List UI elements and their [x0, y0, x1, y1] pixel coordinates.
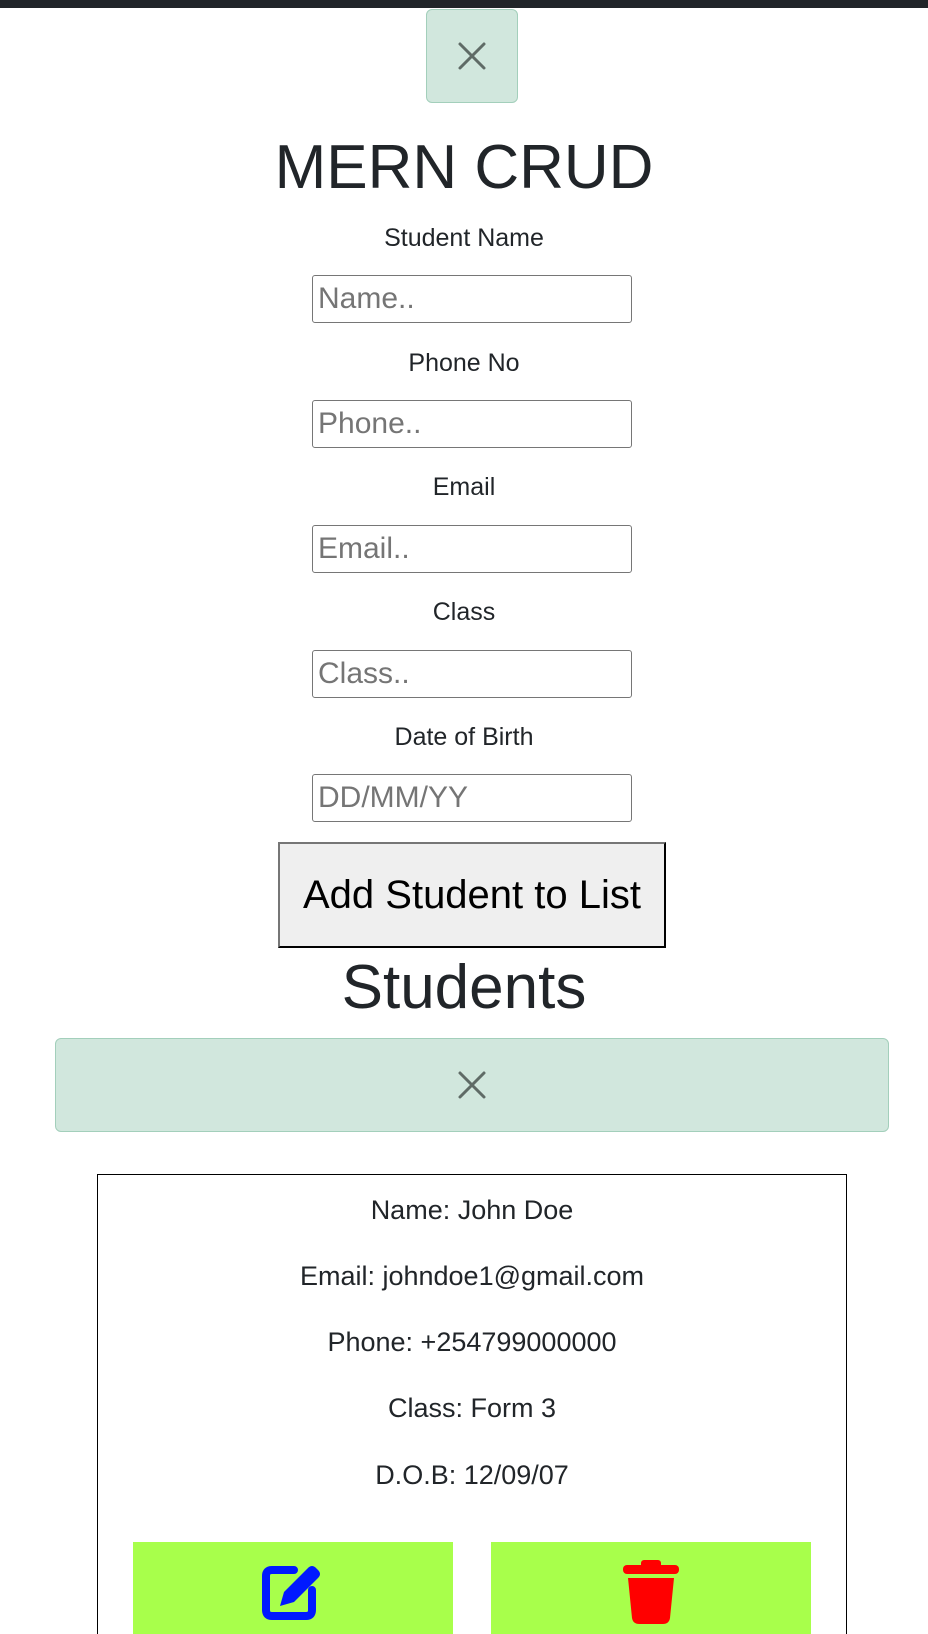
- student-dob: D.O.B: 12/09/07: [375, 1460, 569, 1490]
- edit-student-button[interactable]: [133, 1542, 453, 1634]
- students-heading: Students: [341, 953, 587, 1022]
- student-class: Class: Form 3: [387, 1393, 557, 1423]
- page: MERN CRUD Student Name Phone No Email Cl…: [0, 0, 928, 1634]
- class-input[interactable]: [312, 650, 632, 698]
- dismiss-students-alert-button[interactable]: [55, 1038, 889, 1132]
- page-title: MERN CRUD: [274, 133, 654, 202]
- phone-input[interactable]: [312, 400, 632, 448]
- class-label: Class: [432, 598, 496, 626]
- edit-icon: [262, 1566, 320, 1620]
- email-input[interactable]: [312, 525, 632, 573]
- student-name-label: Student Name: [384, 224, 544, 252]
- add-student-button[interactable]: Add Student to List: [278, 842, 666, 948]
- close-icon: [458, 1071, 486, 1099]
- delete-student-button[interactable]: [491, 1542, 811, 1634]
- top-bar: [0, 0, 928, 8]
- student-phone: Phone: +254799000000: [327, 1327, 617, 1357]
- close-icon: [458, 42, 486, 70]
- student-name-input[interactable]: [312, 275, 632, 323]
- phone-label: Phone No: [408, 349, 520, 377]
- trash-icon: [623, 1560, 679, 1624]
- student-card: Name: John Doe Email: johndoe1@gmail.com…: [97, 1174, 847, 1634]
- dob-label: Date of Birth: [394, 723, 534, 751]
- email-label: Email: [432, 473, 496, 501]
- student-email: Email: johndoe1@gmail.com: [299, 1261, 645, 1291]
- dob-input[interactable]: [312, 774, 632, 822]
- dismiss-alert-button[interactable]: [426, 9, 518, 103]
- student-name: Name: John Doe: [370, 1195, 574, 1225]
